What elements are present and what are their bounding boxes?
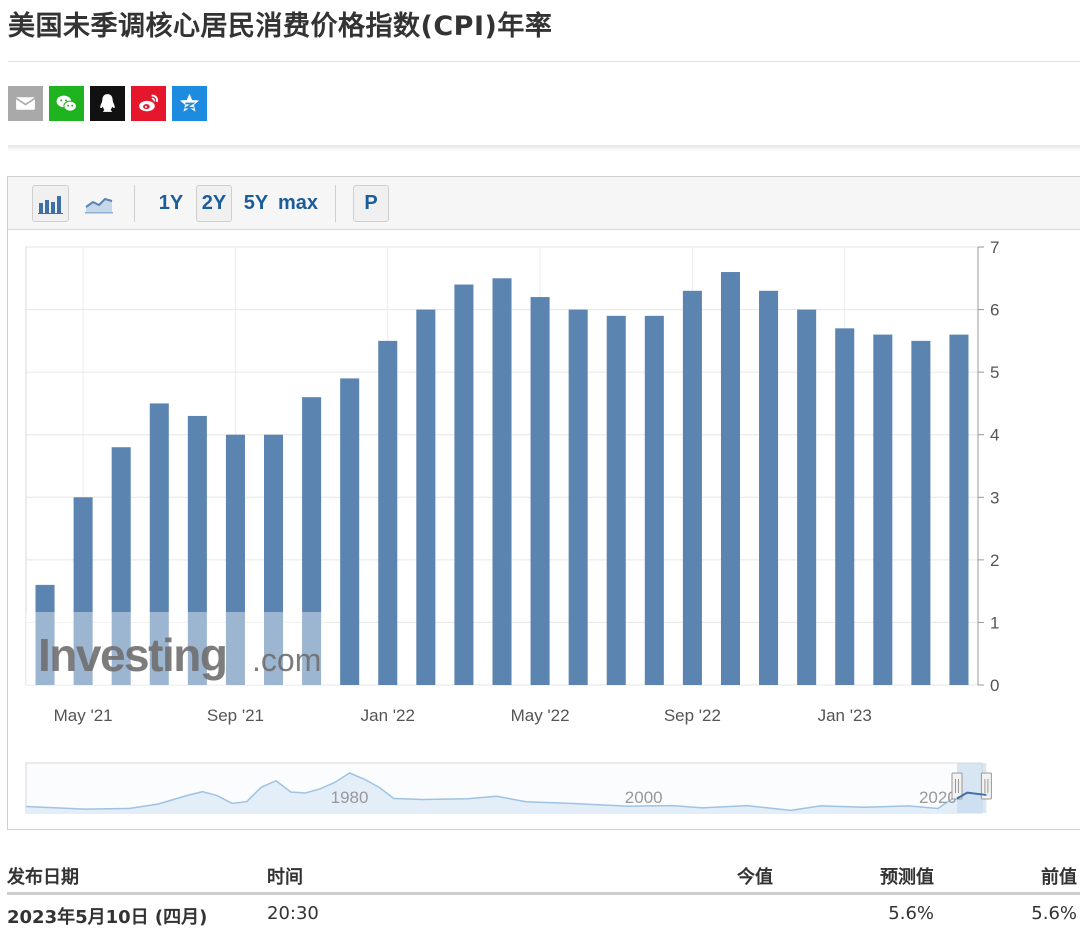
y-tick-label: 6: [990, 301, 999, 320]
bar[interactable]: [911, 340, 931, 685]
navigator-handle-left[interactable]: [951, 772, 963, 800]
y-tick-label: 2: [990, 551, 999, 570]
page-title: 美国未季调核心居民消费价格指数(CPI)年率: [8, 11, 553, 42]
bar[interactable]: [644, 315, 664, 685]
bar[interactable]: [416, 309, 436, 685]
bar[interactable]: [492, 278, 512, 685]
weibo-icon: [139, 94, 158, 112]
bar[interactable]: [568, 309, 588, 685]
watermark-brand: Investing: [38, 629, 226, 681]
row-forecast: 5.6%: [888, 903, 934, 924]
main-chart: 0 1 2 3 4 5 6 7 May '21 Sep '21 Jan '22 May '22 Sep…: [25, 238, 999, 814]
share-qzone-button[interactable]: [172, 86, 207, 121]
header-forecast[interactable]: 预测值: [880, 863, 934, 889]
qzone-star-icon: [179, 93, 200, 112]
share-email-button[interactable]: [8, 86, 43, 121]
x-axis: May '21 Sep '21 Jan '22 May '22 Sep '22 Jan '…: [54, 706, 872, 725]
watermark-suffix: .com: [252, 642, 321, 678]
x-tick-label: May '22: [511, 706, 570, 725]
share-weibo-button[interactable]: [131, 86, 166, 121]
bar[interactable]: [378, 340, 398, 685]
row-previous: 5.6%: [1031, 903, 1077, 924]
x-tick-label: Jan '22: [361, 706, 415, 725]
bar[interactable]: [606, 315, 626, 685]
navigator-year-label: 2000: [625, 788, 663, 807]
x-tick-label: Jan '23: [818, 706, 872, 725]
header-actual[interactable]: 今值: [737, 863, 773, 889]
bar[interactable]: [340, 378, 360, 685]
qq-penguin-icon: [100, 94, 115, 112]
bar[interactable]: [759, 290, 779, 685]
y-tick-label: 7: [990, 238, 999, 257]
bar[interactable]: [720, 272, 740, 685]
bar-series: [26, 272, 969, 685]
bar[interactable]: [454, 284, 474, 685]
table-header-divider: [7, 892, 1080, 895]
bar[interactable]: [949, 334, 969, 685]
bar[interactable]: [873, 334, 893, 685]
row-time: 20:30: [267, 903, 319, 924]
table-row: 2023年5月10日 (四月) 20:30 5.6% 5.6%: [0, 903, 1080, 931]
row-release-date: 2023年5月10日 (四月): [7, 907, 208, 928]
table-header: 发布日期 时间 今值 预测值 前值: [0, 863, 1080, 893]
header-release-date[interactable]: 发布日期: [7, 863, 79, 889]
title-divider: [8, 61, 1080, 62]
x-tick-label: Sep '21: [207, 706, 264, 725]
bar[interactable]: [797, 309, 817, 685]
y-tick-label: 5: [990, 363, 999, 382]
x-tick-label: Sep '22: [664, 706, 721, 725]
wechat-icon: [56, 95, 77, 112]
chart-panel: 1Y 2Y 5Y max P 01234567 May '21 Sep '21 Ja…: [7, 176, 1080, 830]
navigator-year-label: 2020: [919, 788, 957, 807]
share-divider: [8, 145, 1080, 151]
x-tick-label: May '21: [54, 706, 113, 725]
share-wechat-button[interactable]: [49, 86, 84, 121]
bar[interactable]: [682, 290, 702, 685]
y-tick-label: 3: [990, 488, 999, 507]
navigator-year-label: 1980: [331, 788, 369, 807]
header-time[interactable]: 时间: [267, 863, 303, 889]
bar[interactable]: [530, 297, 550, 685]
y-tick-label: 0: [990, 676, 999, 695]
header-previous[interactable]: 前值: [1041, 863, 1077, 889]
share-bar: [8, 86, 207, 121]
envelope-icon: [15, 97, 36, 110]
y-axis: 0 1 2 3 4 5 6 7: [977, 238, 999, 695]
bar[interactable]: [835, 328, 855, 685]
share-qq-button[interactable]: [90, 86, 125, 121]
range-navigator[interactable]: 1980 2000 2020: [25, 762, 992, 814]
y-tick-label: 1: [990, 613, 999, 632]
y-tick-label: 4: [990, 426, 999, 445]
